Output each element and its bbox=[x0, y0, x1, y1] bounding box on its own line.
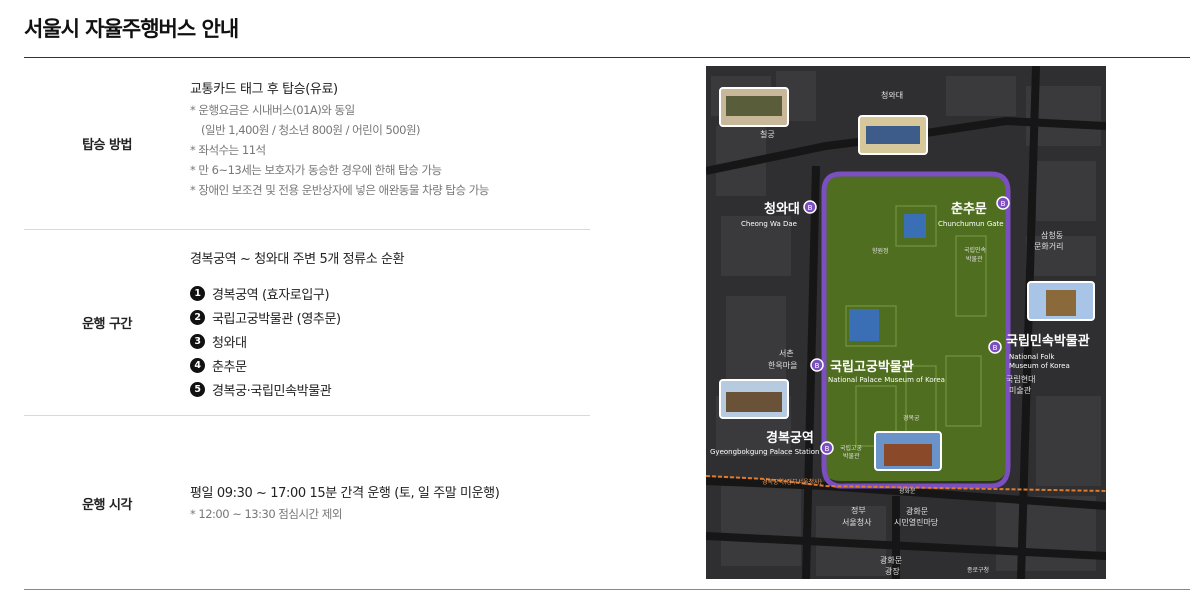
place-label: 시민열린마당 bbox=[894, 517, 939, 527]
stop-item: 1 경복궁역 (효자로입구) bbox=[190, 281, 590, 305]
place-label: 국립민속 bbox=[964, 246, 987, 254]
station-label-ko: 청와대 bbox=[764, 201, 800, 217]
bus-stop-marker: B bbox=[820, 441, 834, 455]
hours-header: 운행 시각 bbox=[82, 497, 132, 513]
photo-thumbnail bbox=[874, 431, 942, 471]
place-label: 광화문 bbox=[906, 506, 928, 516]
place-label: 광장 bbox=[885, 566, 900, 576]
stop-item: 5 경복궁·국립민속박물관 bbox=[190, 377, 590, 401]
hours-note: * 12:00 ~ 13:30 점심시간 제외 bbox=[190, 507, 342, 521]
boarding-row: 탑승 방법 교통카드 태그 후 탑승(유료) * 운행요금은 시내버스(01A)… bbox=[24, 58, 590, 230]
info-table: 탑승 방법 교통카드 태그 후 탑승(유료) * 운행요금은 시내버스(01A)… bbox=[24, 58, 590, 590]
place-label: 국립고궁 bbox=[840, 444, 863, 452]
footer-divider bbox=[24, 589, 1190, 590]
route-header: 운행 구간 bbox=[82, 317, 132, 332]
station-label-en: Gyeongbokgung Palace Station bbox=[710, 448, 820, 456]
place-label: 경복궁 bbox=[903, 415, 920, 422]
bus-stop-marker: B bbox=[810, 358, 824, 372]
stop-list: 1 경복궁역 (효자로입구) 2 국립고궁박물관 (영추문) 3 청와대 4 춘추문 5… bbox=[190, 281, 590, 401]
station-label-en: Cheong Wa Dae bbox=[741, 220, 797, 228]
stop-item: 2 국립고궁박물관 (영추문) bbox=[190, 305, 590, 329]
hours-content: 평일 09:30 ~ 17:00 15분 간격 운행 (토, 일 주말 미운행)… bbox=[190, 416, 590, 590]
stop-name: 국립고궁박물관 (영추문) bbox=[212, 311, 341, 327]
place-label: 칠궁 bbox=[760, 130, 775, 139]
route-row: 운행 구간 경복궁역 ~ 청와대 주변 5개 정류소 순환 1 경복궁역 (효자로… bbox=[24, 230, 590, 416]
photo-thumbnail bbox=[719, 379, 789, 419]
station-label-en: National Folk bbox=[1009, 353, 1055, 361]
boarding-note: * 만 6~13세는 보호자가 동승한 경우에 한해 탑승 가능 bbox=[190, 163, 442, 177]
svg-text:B: B bbox=[1001, 200, 1006, 208]
boarding-header: 탑승 방법 bbox=[82, 138, 132, 153]
place-label: 종로구청 bbox=[967, 567, 989, 574]
stop-number-badge: 4 bbox=[190, 357, 205, 373]
boarding-main: 교통카드 태그 후 탑승(유료) bbox=[190, 82, 338, 97]
stop-name: 경복궁·국립민속박물관 bbox=[212, 383, 332, 399]
place-label: 국립현대 bbox=[1006, 375, 1035, 384]
page-title: 서울시 자율주행버스 안내 bbox=[24, 17, 239, 41]
boarding-note: * 장애인 보조견 및 전용 운반상자에 넣은 애완동물 차량 탑승 가능 bbox=[190, 183, 489, 197]
station-label-ko: 경복궁역 bbox=[766, 430, 814, 446]
station-label-ko: 국립고궁박물관 bbox=[830, 359, 914, 375]
place-label: 정부 bbox=[851, 505, 866, 515]
station-label-en: Museum of Korea bbox=[1009, 362, 1070, 370]
stop-name: 춘추문 bbox=[212, 359, 247, 375]
route-content: 경복궁역 ~ 청와대 주변 5개 정류소 순환 1 경복궁역 (효자로입구) 2국… bbox=[190, 230, 590, 415]
bus-stop-marker: B bbox=[996, 196, 1010, 210]
route-map-svg: B B B B B 청와대 Cheong Wa Dae 춘추문 Chunchum… bbox=[706, 66, 1106, 579]
photo-thumbnail bbox=[858, 115, 928, 155]
place-label: 미술관 bbox=[1009, 385, 1032, 395]
place-label: 서울청사 bbox=[842, 518, 872, 527]
bus-stop-marker: B bbox=[803, 200, 817, 214]
stop-name: 경복궁역 (효자로입구) bbox=[212, 287, 330, 303]
place-label: 서촌 bbox=[779, 349, 794, 358]
stop-number-badge: 2 bbox=[190, 309, 205, 325]
station-label-en: Chunchumun Gate bbox=[938, 220, 1004, 228]
route-main: 경복궁역 ~ 청와대 주변 5개 정류소 순환 bbox=[190, 252, 405, 267]
stop-number-badge: 3 bbox=[190, 333, 205, 349]
hours-main: 평일 09:30 ~ 17:00 15분 간격 운행 (토, 일 주말 미운행) bbox=[190, 486, 500, 501]
svg-text:B: B bbox=[815, 362, 820, 370]
place-label: 박물관 bbox=[966, 255, 983, 263]
pond bbox=[904, 214, 926, 238]
place-label: 박물관 bbox=[843, 452, 860, 460]
svg-text:B: B bbox=[808, 204, 813, 212]
svg-text:B: B bbox=[993, 344, 998, 352]
place-label: 경복궁역(정부서울청사) bbox=[762, 478, 822, 486]
place-label: 향원정 bbox=[872, 247, 889, 255]
place-label: 문화거리 bbox=[1034, 242, 1063, 251]
place-label: 광화문 bbox=[880, 555, 902, 565]
station-label-en: National Palace Museum of Korea bbox=[828, 376, 945, 384]
stop-name: 청와대 bbox=[212, 335, 247, 351]
place-label: 청와대 bbox=[881, 90, 903, 100]
svg-text:B: B bbox=[825, 445, 830, 453]
stop-number-badge: 5 bbox=[190, 381, 205, 397]
stop-item: 3 청와대 bbox=[190, 329, 590, 353]
stop-item: 4 춘추문 bbox=[190, 353, 590, 377]
stop-number-badge: 1 bbox=[190, 285, 205, 301]
boarding-note: (일반 1,400원 / 청소년 800원 / 어린이 500원) bbox=[201, 123, 421, 137]
photo-thumbnail bbox=[1027, 281, 1095, 321]
place-label: 한옥마을 bbox=[768, 361, 797, 370]
station-label-ko: 춘추문 bbox=[951, 201, 987, 217]
pond bbox=[849, 309, 879, 341]
hours-row: 운행 시각 평일 09:30 ~ 17:00 15분 간격 운행 (토, 일 주… bbox=[24, 416, 590, 590]
boarding-note: * 운행요금은 시내버스(01A)와 동일 bbox=[190, 103, 355, 117]
photo-thumbnail bbox=[719, 87, 789, 127]
station-label-ko: 국립민속박물관 bbox=[1006, 333, 1090, 349]
place-label: 광화문 bbox=[899, 488, 916, 495]
boarding-content: 교통카드 태그 후 탑승(유료) * 운행요금은 시내버스(01A)와 동일 (… bbox=[190, 58, 590, 229]
place-label: 삼청동 bbox=[1041, 230, 1063, 240]
bus-stop-marker: B bbox=[988, 340, 1002, 354]
boarding-note: * 좌석수는 11석 bbox=[190, 143, 266, 157]
route-map: B B B B B 청와대 Cheong Wa Dae 춘추문 Chunchum… bbox=[706, 66, 1106, 579]
